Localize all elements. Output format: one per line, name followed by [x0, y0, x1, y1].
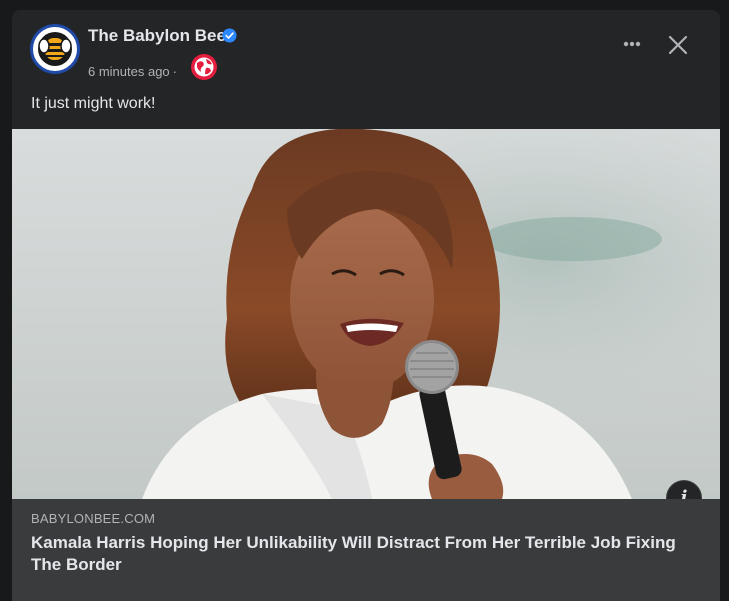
post-header: The Babylon Bee 6 minutes ago ·	[12, 10, 720, 90]
link-preview-image[interactable]	[12, 129, 720, 499]
babylon-bee-logo-icon	[38, 32, 72, 66]
page-name-link[interactable]: The Babylon Bee	[88, 26, 226, 46]
post-timestamp[interactable]: 6 minutes ago	[88, 64, 170, 79]
article-photo	[12, 129, 720, 499]
link-preview-box[interactable]: BABYLONBEE.COM Kamala Harris Hoping Her …	[12, 499, 720, 601]
verified-badge-icon	[222, 28, 237, 43]
link-headline: Kamala Harris Hoping Her Unlikability Wi…	[31, 533, 676, 574]
post-text: It just might work!	[31, 95, 156, 112]
post-card: The Babylon Bee 6 minutes ago · It just m…	[12, 10, 720, 601]
link-domain: BABYLONBEE.COM	[31, 511, 156, 526]
close-button[interactable]	[662, 32, 694, 60]
meta-separator: ·	[172, 64, 178, 79]
page-avatar[interactable]	[30, 24, 80, 74]
more-options-button[interactable]	[616, 32, 648, 56]
globe-icon[interactable]	[190, 53, 218, 81]
post-meta: 6 minutes ago ·	[88, 64, 177, 79]
